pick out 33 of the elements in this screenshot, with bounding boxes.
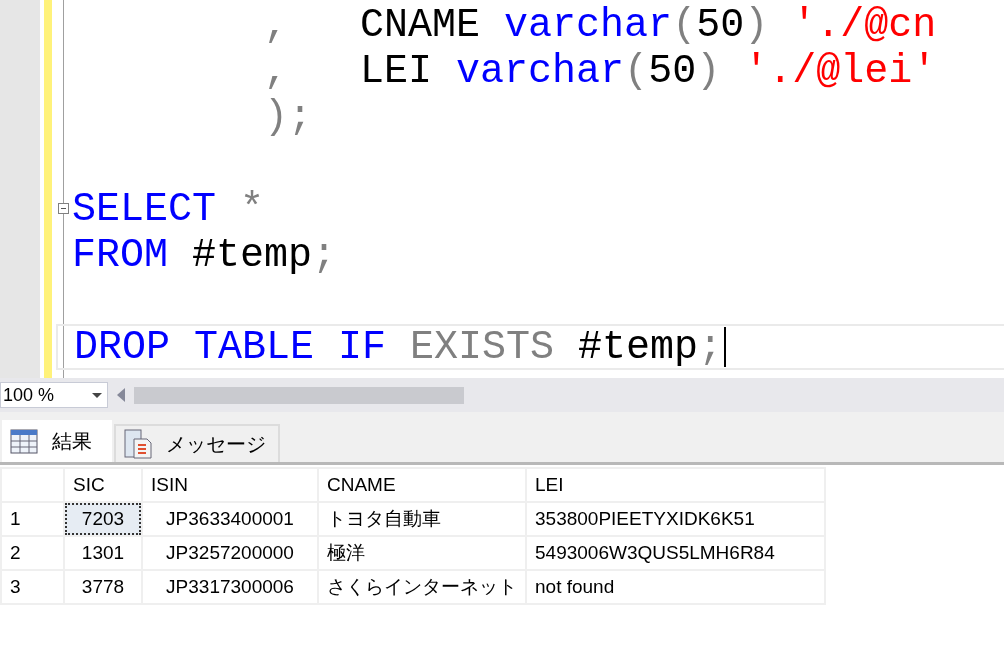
table-cell[interactable]: 7203 <box>64 502 142 536</box>
table-cell[interactable]: JP3633400001 <box>142 502 318 536</box>
result-tab[interactable]: 結果 <box>0 418 114 462</box>
scroll-left-icon[interactable] <box>116 387 126 403</box>
code-line: , LEI varchar(50) './@lei' <box>263 48 937 94</box>
table-cell[interactable]: トヨタ自動車 <box>318 502 526 536</box>
zoom-dropdown[interactable]: 100 % <box>0 382 108 408</box>
table-cell[interactable]: 353800PIEETYXIDK6K51 <box>526 502 825 536</box>
column-header[interactable]: CNAME <box>318 468 526 502</box>
caret-icon <box>91 391 103 399</box>
table-cell[interactable]: さくらインターネット <box>318 570 526 604</box>
row-number[interactable]: 3 <box>1 570 64 604</box>
text-cursor <box>724 327 727 367</box>
table-cell[interactable]: 5493006W3QUS5LMH6R84 <box>526 536 825 570</box>
table-cell[interactable]: JP3257200000 <box>142 536 318 570</box>
code-line: ); <box>263 94 313 140</box>
column-header[interactable]: ISIN <box>142 468 318 502</box>
document-icon <box>124 429 152 459</box>
code-line: , CNAME varchar(50) './@cn <box>263 2 937 48</box>
table-cell[interactable]: not found <box>526 570 825 604</box>
result-tab[interactable]: メッセージ <box>114 424 280 462</box>
code-line: SELECT * <box>72 186 265 232</box>
table-cell[interactable]: JP3317300006 <box>142 570 318 604</box>
table-cell[interactable]: 1301 <box>64 536 142 570</box>
row-number[interactable]: 2 <box>1 536 64 570</box>
collapse-icon[interactable] <box>58 203 69 214</box>
table-cell[interactable]: 3778 <box>64 570 142 604</box>
code-line: FROM #temp; <box>72 232 337 278</box>
column-header[interactable]: LEI <box>526 468 825 502</box>
grid-icon <box>10 428 38 454</box>
table-cell[interactable]: 極洋 <box>318 536 526 570</box>
scrollbar-thumb[interactable] <box>134 386 464 404</box>
code-line: DROP TABLE IF EXISTS #temp; <box>74 324 723 370</box>
